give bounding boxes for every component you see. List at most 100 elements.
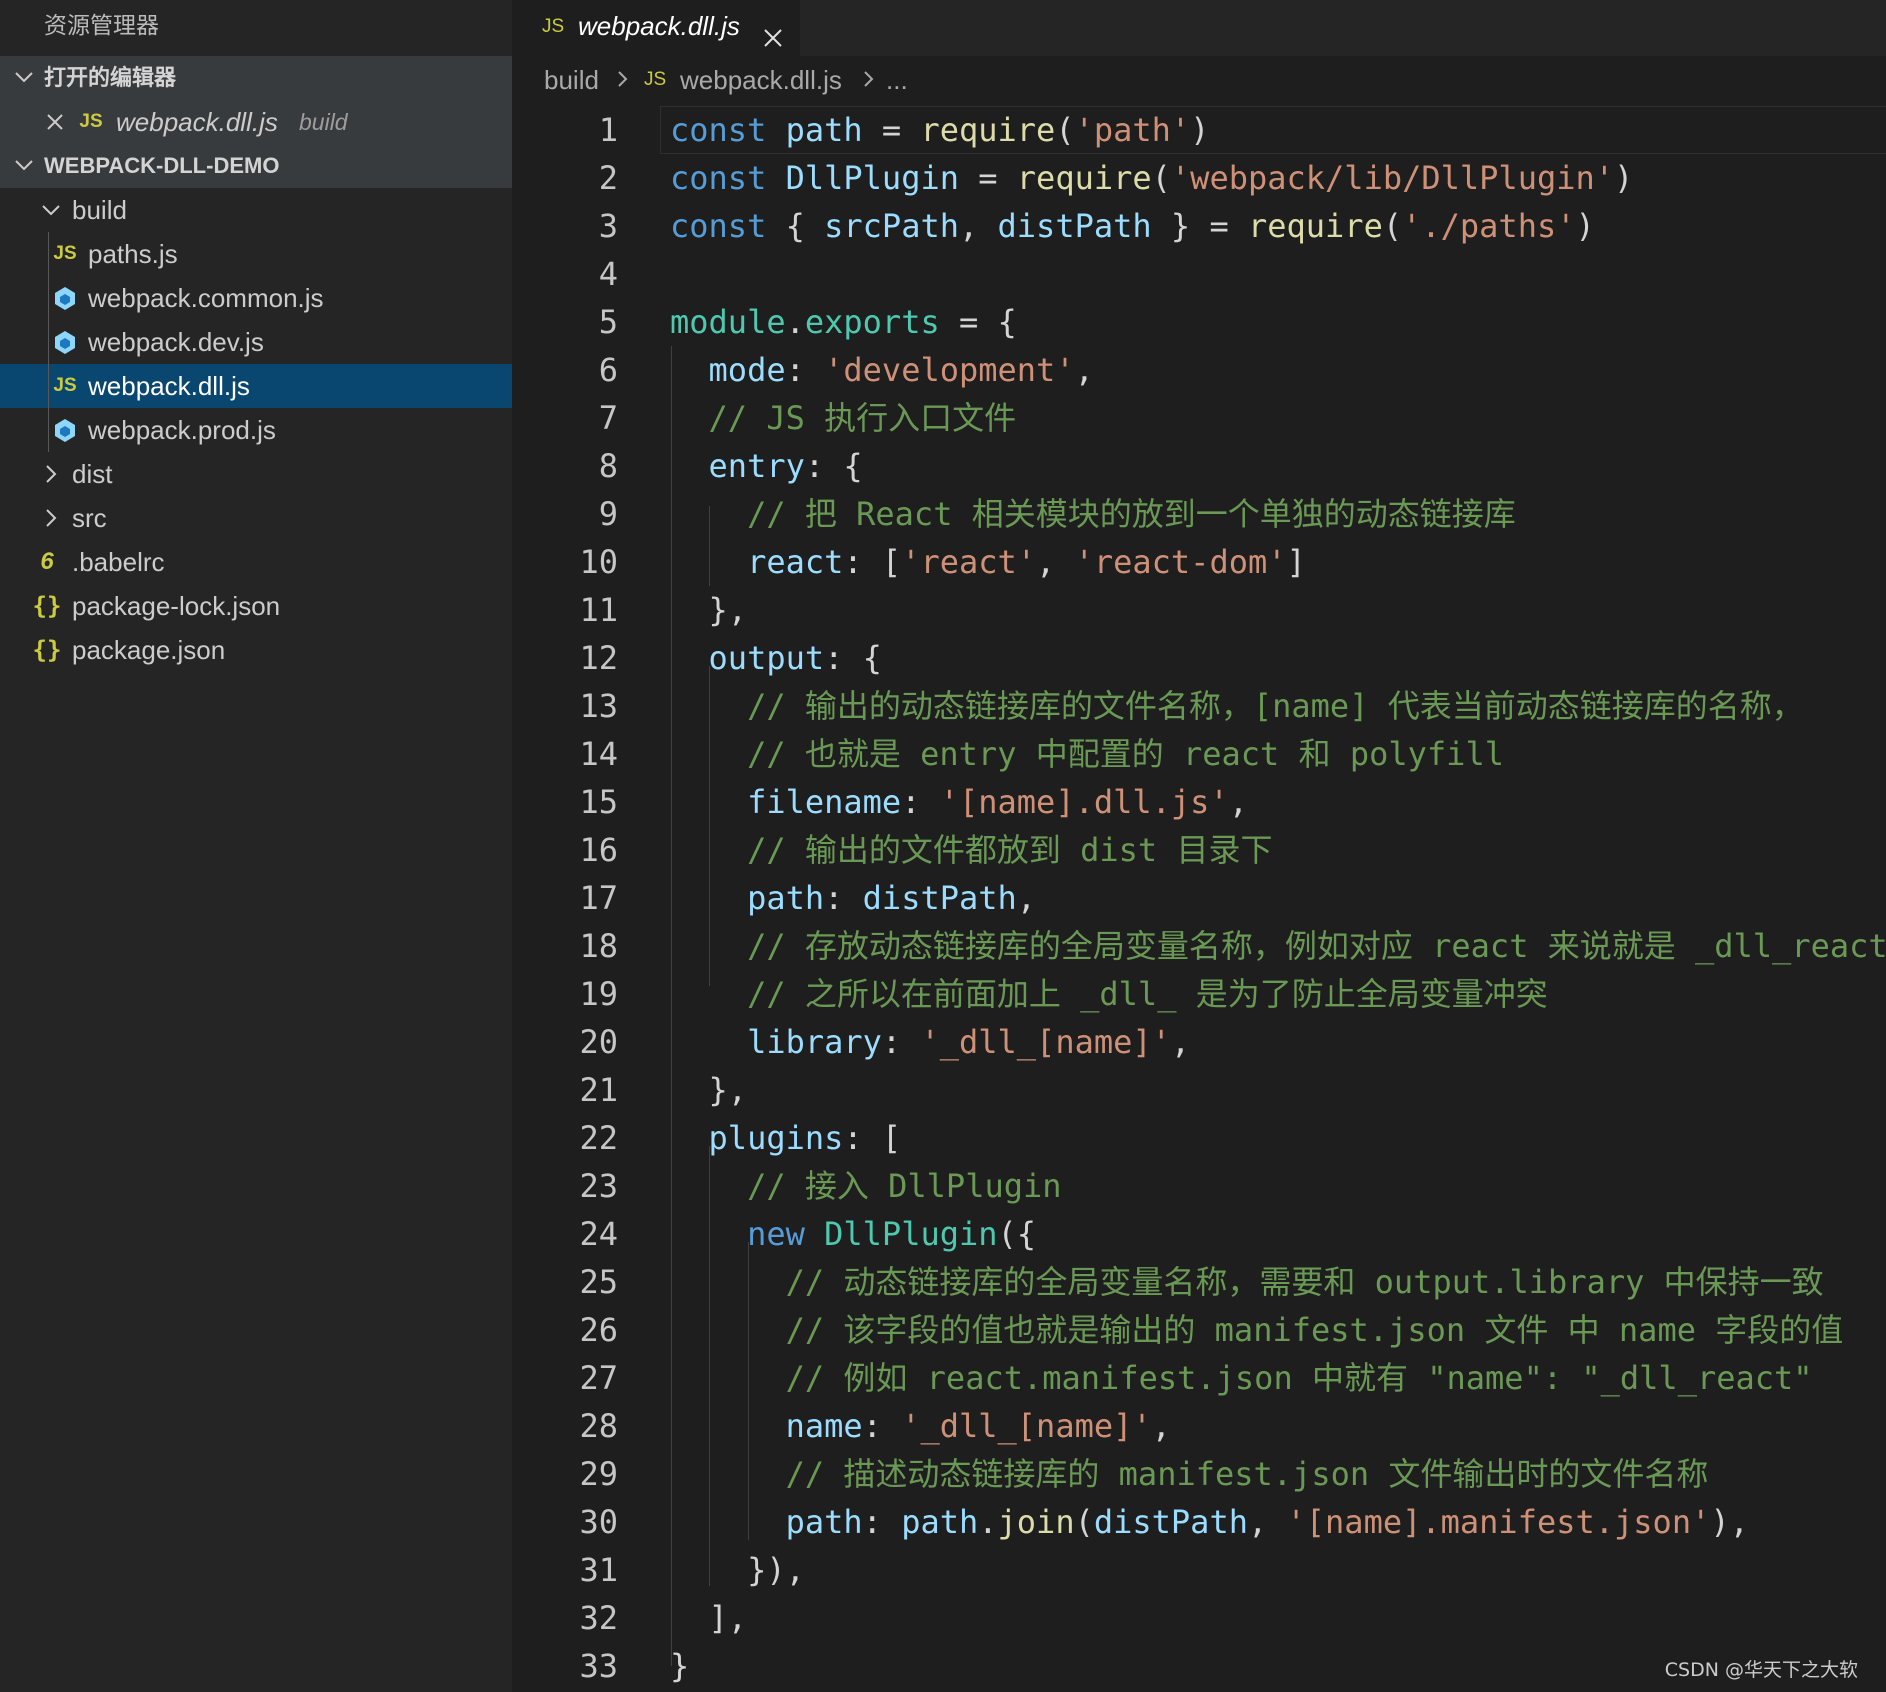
tree-file-webpack-dll[interactable]: JS webpack.dll.js — [0, 364, 512, 408]
code-line[interactable]: 3 const { srcPath, distPath } = require('… — [512, 202, 1886, 250]
code-token: // 描述动态链接库的 manifest.json 文件输出时的文件名称 — [785, 1455, 1709, 1493]
code-line[interactable]: 9 // 把 React 相关模块的放到一个单独的动态链接库 — [512, 490, 1886, 538]
code-line[interactable]: 23 // 接入 DllPlugin — [512, 1162, 1886, 1210]
code-line[interactable]: 19 // 之所以在前面加上 _dll_ 是为了防止全局变量冲突 — [512, 970, 1886, 1018]
watermark: CSDN @华天下之大软 — [1664, 1659, 1858, 1681]
line-text: // 例如 react.manifest.json 中就有 "name": "_… — [670, 1354, 1813, 1402]
line-number: 15 — [579, 783, 618, 821]
code-line[interactable]: 15 filename: '[name].dll.js', — [512, 778, 1886, 826]
code-token: module — [670, 303, 786, 341]
code-line[interactable]: 18 // 存放动态链接库的全局变量名称，例如对应 react 来说就是 _dl… — [512, 922, 1886, 970]
line-text: }), — [670, 1546, 805, 1594]
code-line[interactable]: 16 // 输出的文件都放到 dist 目录下 — [512, 826, 1886, 874]
chevron-down-icon — [12, 144, 36, 188]
open-editors-label: 打开的编辑器 — [44, 65, 177, 90]
close-icon[interactable] — [40, 100, 70, 144]
open-editors-header[interactable]: 打开的编辑器 — [0, 56, 512, 100]
tree-folder-build[interactable]: build — [0, 188, 512, 232]
open-editor-filename: webpack.dll.js — [116, 107, 278, 137]
code-line[interactable]: 30 path: path.join(distPath, '[name].man… — [512, 1498, 1886, 1546]
code-line[interactable]: 11 }, — [512, 586, 1886, 634]
line-text: filename: '[name].dll.js', — [670, 778, 1248, 826]
code-line[interactable]: 1 const path = require('path') — [512, 106, 1886, 154]
code-token: 'development' — [824, 351, 1075, 389]
code-token: distPath — [1093, 1503, 1248, 1541]
code-line[interactable]: 29 // 描述动态链接库的 manifest.json 文件输出时的文件名称 — [512, 1450, 1886, 1498]
code-line[interactable]: 17 path: distPath, — [512, 874, 1886, 922]
code-line[interactable]: 22 plugins: [ — [512, 1114, 1886, 1162]
indent-guide — [48, 364, 49, 408]
code-token: // 接入 DllPlugin — [747, 1167, 1062, 1205]
code-token: ( — [1055, 111, 1075, 149]
tree-folder-src[interactable]: src — [0, 496, 512, 540]
code-token: react — [747, 543, 844, 581]
code-line[interactable]: 24 new DllPlugin({ — [512, 1210, 1886, 1258]
tree-file-webpack-dev[interactable]: webpack.dev.js — [0, 320, 512, 364]
code-token: name — [785, 1407, 863, 1445]
tree-folder-dist[interactable]: dist — [0, 452, 512, 496]
webpack-file-icon — [50, 320, 80, 364]
line-number: 33 — [579, 1647, 618, 1685]
code-line[interactable]: 12 output: { — [512, 634, 1886, 682]
code-line[interactable]: 6 mode: 'development', — [512, 346, 1886, 394]
close-icon[interactable] — [762, 14, 784, 47]
breadcrumb-folder[interactable]: build — [544, 56, 599, 104]
code-token: ( — [1151, 159, 1171, 197]
breadcrumb-file[interactable]: webpack.dll.js — [680, 56, 842, 104]
tree-file-babelrc[interactable]: 6 .babelrc — [0, 540, 512, 584]
code-line[interactable]: 26 // 该字段的值也就是输出的 manifest.json 文件 中 nam… — [512, 1306, 1886, 1354]
code-token: const — [670, 111, 767, 149]
code-token: = { — [939, 303, 1017, 341]
code-token: // 把 React 相关模块的放到一个单独的动态链接库 — [747, 495, 1516, 533]
breadcrumb-more[interactable]: ... — [886, 56, 908, 104]
code-line[interactable]: 8 entry: { — [512, 442, 1886, 490]
code-token: // 存放动态链接库的全局变量名称，例如对应 react 来说就是 _dll_r… — [747, 927, 1886, 965]
code-line[interactable]: 14 // 也就是 entry 中配置的 react 和 polyfill — [512, 730, 1886, 778]
code-line[interactable]: 7 // JS 执行入口文件 — [512, 394, 1886, 442]
chevron-right-icon — [36, 452, 66, 496]
open-editor-item[interactable]: JS webpack.dll.js build — [0, 100, 512, 144]
code-line[interactable]: 32 ], — [512, 1594, 1886, 1642]
chevron-right-icon — [36, 496, 66, 540]
line-text: // 输出的文件都放到 dist 目录下 — [670, 826, 1272, 874]
code-token: . — [785, 303, 805, 341]
tab-webpack-dll-js[interactable]: JS webpack.dll.js — [512, 0, 800, 56]
code-line[interactable]: 27 // 例如 react.manifest.json 中就有 "name":… — [512, 1354, 1886, 1402]
line-number: 16 — [579, 831, 618, 869]
code-token: ) — [1614, 159, 1634, 197]
code-line[interactable]: 31 }), — [512, 1546, 1886, 1594]
code-line[interactable]: 10 react: ['react', 'react-dom'] — [512, 538, 1886, 586]
code-line[interactable]: 25 // 动态链接库的全局变量名称，需要和 output.library 中保… — [512, 1258, 1886, 1306]
tree-file-package-lock[interactable]: {} package-lock.json — [0, 584, 512, 628]
tree-file-webpack-common[interactable]: webpack.common.js — [0, 276, 512, 320]
code-line[interactable]: 28 name: '_dll_[name]', — [512, 1402, 1886, 1450]
code-token: . — [978, 1503, 998, 1541]
code-token: ] — [1286, 543, 1306, 581]
code-token: , — [1228, 783, 1248, 821]
tree-item-label: paths.js — [88, 239, 178, 269]
code-line[interactable]: 21 }, — [512, 1066, 1886, 1114]
code-token: ], — [708, 1599, 748, 1637]
tree-file-webpack-prod[interactable]: webpack.prod.js — [0, 408, 512, 452]
code-editor[interactable]: 1 const path = require('path') 2 const DllP… — [512, 106, 1886, 1692]
code-line[interactable]: 4 — [512, 250, 1886, 298]
code-line[interactable]: 5 module.exports = { — [512, 298, 1886, 346]
project-header[interactable]: WEBPACK-DLL-DEMO — [0, 144, 512, 188]
tree-file-package-json[interactable]: {} package.json — [0, 628, 512, 672]
code-token: output — [708, 639, 825, 677]
line-number: 8 — [598, 447, 618, 485]
code-line[interactable]: 13 // 输出的动态链接库的文件名称，[name] 代表当前动态链接库的名称， — [512, 682, 1886, 730]
code-line[interactable]: 2 const DllPlugin = require('webpack/lib/… — [512, 154, 1886, 202]
code-token: 'webpack/lib/DllPlugin' — [1170, 159, 1615, 197]
tree-file-paths-js[interactable]: JS paths.js — [0, 232, 512, 276]
line-number: 25 — [579, 1263, 618, 1301]
code-line[interactable]: 20 library: '_dll_[name]', — [512, 1018, 1886, 1066]
line-number: 19 — [579, 975, 618, 1013]
